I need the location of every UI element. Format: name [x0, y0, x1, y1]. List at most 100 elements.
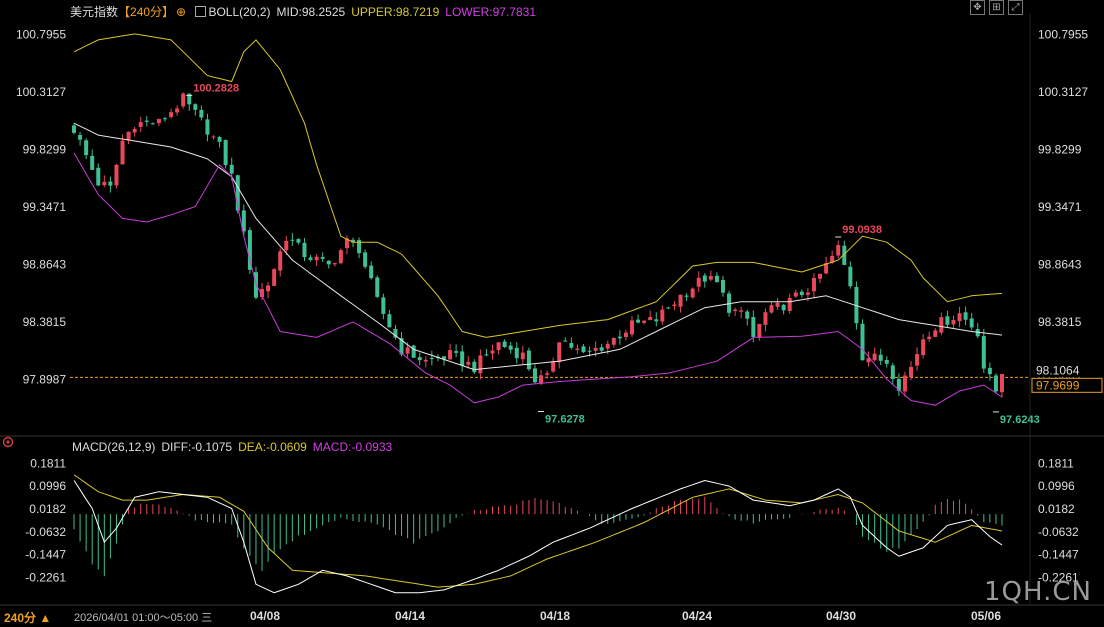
candle-body [593, 347, 598, 351]
candle-body [915, 354, 920, 366]
candle-body [114, 164, 119, 186]
extreme-label: 99.0938 [842, 224, 882, 236]
candle-body [957, 313, 962, 322]
candle-body [84, 140, 89, 156]
extreme-label: 100.2828 [193, 82, 239, 94]
price-tick-left: 100.3127 [16, 85, 66, 99]
candle-body [448, 350, 453, 360]
candle-body [375, 277, 380, 297]
candle-body [666, 307, 671, 309]
period-selector[interactable]: 240分 ▲ [4, 609, 51, 626]
boll-lower: LOWER:97.7831 [445, 5, 536, 19]
candle-body [363, 252, 368, 267]
price-tick-left: 99.3471 [23, 200, 67, 214]
macd-dea: DEA:-0.0609 [238, 440, 307, 454]
candle-body [630, 320, 635, 335]
candle-body [193, 104, 198, 110]
candle-body [660, 309, 665, 322]
candle-body [775, 302, 780, 307]
time-tick: 04/30 [826, 609, 856, 623]
candle-body [581, 346, 586, 353]
expand-icon[interactable]: ⤢ [1008, 0, 1023, 15]
candle-body [429, 357, 434, 359]
candle-body [648, 317, 653, 321]
price-tick-left: 97.8987 [23, 372, 67, 386]
candle-body [308, 257, 313, 260]
candle-body [781, 304, 786, 311]
time-tick: 04/08 [250, 609, 280, 623]
candle-body [690, 288, 695, 298]
price-tick-right: 98.3815 [1038, 315, 1082, 329]
price-tick-right: 99.3471 [1038, 200, 1082, 214]
candle-body [284, 240, 289, 251]
period-tag[interactable]: 【240分】 [118, 5, 174, 19]
macd-tick-right: 0.0996 [1038, 479, 1075, 493]
price-tick-left: 98.8643 [23, 257, 67, 271]
candle-body [278, 251, 283, 271]
move-icon[interactable]: ✥ [970, 0, 985, 15]
price-tick-left: 98.3815 [23, 315, 67, 329]
macd-tick-right: 0.0182 [1038, 502, 1075, 516]
price-tick-right: 98.8643 [1038, 257, 1082, 271]
candle-body [332, 263, 337, 265]
candle-body [927, 336, 932, 340]
candle-body [793, 292, 798, 297]
chart-toolbar: ✥ ⊞ ⤢ [970, 0, 1023, 15]
candle-body [739, 310, 744, 312]
boll-upper: UPPER:98.7219 [351, 5, 440, 19]
time-tick: 04/24 [682, 609, 712, 623]
candle-body [702, 275, 707, 282]
candle-body [72, 125, 76, 133]
candle-body [884, 359, 889, 364]
candle-body [381, 297, 386, 314]
macd-tick-right: -0.0632 [1038, 525, 1079, 539]
macd-tick-left: 0.0182 [29, 502, 66, 516]
candle-body [223, 140, 228, 166]
candle-body [272, 269, 277, 286]
candle-body [708, 276, 713, 280]
candle-body [696, 277, 701, 287]
price-tick-right: 100.7955 [1038, 27, 1088, 41]
candle-body [551, 361, 556, 372]
candle-body [678, 294, 683, 307]
candle-body [369, 265, 374, 279]
candle-body [684, 295, 689, 297]
macd-name: MACD(26,12,9) [72, 440, 156, 454]
time-tick: 04/14 [395, 609, 425, 623]
candle-body [969, 318, 974, 328]
candle-body [563, 340, 568, 342]
candle-body [878, 354, 883, 361]
candle-body [417, 357, 422, 361]
candle-body [672, 304, 677, 307]
price-tick-left: 99.8299 [23, 142, 67, 156]
candle-body [484, 354, 489, 356]
candle-body [478, 355, 483, 374]
time-range: 2026/04/01 01:00～05:00 三 [74, 612, 213, 624]
candle-body [654, 319, 659, 322]
candle-body [532, 368, 537, 383]
boll-icon[interactable] [195, 6, 207, 17]
add-icon[interactable]: ⊕ [176, 5, 186, 19]
candle-body [514, 347, 519, 359]
macd-value: MACD:-0.0933 [312, 440, 393, 454]
candle-body [763, 312, 768, 325]
macd-tick-left: 0.0996 [29, 479, 66, 493]
price-tick-right: 99.8299 [1038, 142, 1082, 156]
macd-tick-left: -0.0632 [25, 525, 66, 539]
candle-body [205, 119, 210, 135]
candle-body [78, 134, 83, 140]
candle-body [502, 341, 507, 347]
candle-body [836, 245, 841, 256]
candle-body [466, 361, 471, 365]
candle-body [539, 375, 544, 384]
macd-tick-left: -0.2261 [25, 571, 66, 585]
macd-diff: DIFF:-0.1075 [161, 440, 233, 454]
candle-body [848, 266, 853, 287]
zoom-icon[interactable]: ⊞ [989, 0, 1004, 15]
candle-body [520, 352, 525, 360]
candle-body [290, 239, 295, 241]
candle-body [557, 342, 562, 363]
candle-body [599, 347, 604, 351]
gear-icon[interactable] [2, 436, 14, 448]
candle-body [526, 350, 531, 370]
